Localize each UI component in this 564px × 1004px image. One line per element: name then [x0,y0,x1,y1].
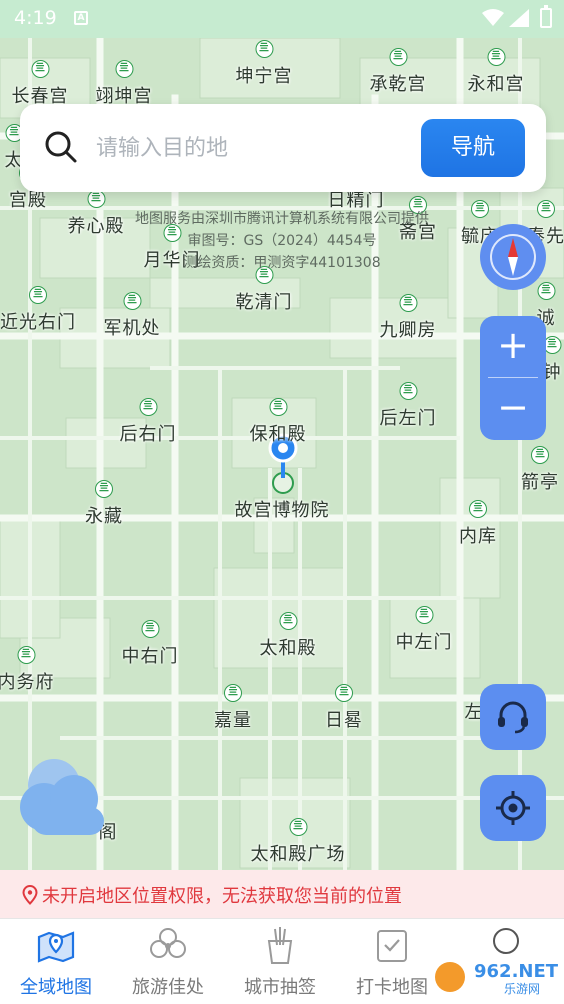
location-permission-warning[interactable]: 未开启地区位置权限，无法获取您当前的位置 [0,870,564,918]
poi-yonghegong[interactable]: 亖永和宫 [468,48,525,96]
scenic-spot-icon: 亖 [255,40,273,58]
scenic-spot-icon: 亖 [87,190,105,208]
scenic-spot-icon: 亖 [279,612,297,630]
flower-icon [150,928,186,958]
battery-icon [540,5,552,28]
poi-houzuomen[interactable]: 亖后左门 [380,382,437,430]
poi-zhongzuomen[interactable]: 亖中左门 [396,606,453,654]
poi-jiuqingfang[interactable]: 亖九卿房 [380,294,437,342]
checkin-icon [377,930,407,962]
site-watermark: 962.NET 乐游网 [430,957,559,997]
poi-kunninggong[interactable]: 亖坤宁宫 [236,40,293,88]
scenic-spot-icon: 亖 [389,48,407,66]
wifi-icon [482,9,504,26]
scenic-spot-icon: 亖 [139,398,157,416]
poi-zhongyoumen[interactable]: 亖中右门 [122,620,179,668]
poi-jianting[interactable]: 亖箭亭 [521,446,559,494]
poi-changchungong[interactable]: 亖长春宫 [12,60,69,108]
scenic-spot-icon: 亖 [123,292,141,310]
navigate-button[interactable]: 导航 [421,119,525,177]
scenic-spot-icon: 亖 [531,446,549,464]
poi-taihedianguangchang[interactable]: 亖太和殿广场 [251,818,346,866]
svg-text:乐游网: 乐游网 [504,982,540,996]
poi-yongzang[interactable]: 亖永藏 [85,480,123,528]
tab-travel-spots[interactable]: 旅游佳处 [112,919,224,1004]
poi-baohedian[interactable]: 亖保和殿 [250,398,307,446]
warning-text: 未开启地区位置权限，无法获取您当前的位置 [42,886,402,907]
locate-icon [496,791,530,825]
map-icon [37,931,75,963]
scenic-spot-icon: 亖 [399,294,417,312]
customer-support-button[interactable] [480,684,546,750]
tab-all-area-map[interactable]: 全域地图 [0,919,112,1004]
compass-button[interactable] [480,224,546,290]
svg-text:962.NET: 962.NET [474,961,559,982]
poi-yikungong[interactable]: 亖翊坤宫 [96,60,153,108]
poi-junjichu[interactable]: 亖军机处 [104,292,161,340]
zoom-in-button[interactable]: + [480,316,546,377]
scenic-spot-icon: 亖 [289,818,307,836]
scenic-spot-icon: 亖 [399,382,417,400]
scenic-spot-icon: 亖 [17,646,35,664]
locate-me-button[interactable] [480,775,546,841]
poi-jialiang[interactable]: 亖嘉量 [214,684,252,732]
poi-neiwufu[interactable]: 亖内务府 [0,646,55,694]
zoom-out-button[interactable]: − [480,378,546,439]
status-bar: 4:19 A [0,0,564,38]
scenic-spot-icon: 亖 [115,60,133,78]
search-bar: 导航 [20,104,546,192]
poi-gugongbowuyuan[interactable]: 故宫博物院 [235,496,330,522]
scenic-spot-icon: 亖 [469,500,487,518]
zoom-control: + − [480,316,546,440]
scenic-spot-icon: 亖 [31,60,49,78]
poi-neiku[interactable]: 亖内库 [459,500,497,548]
headset-icon [498,701,528,734]
tab-city-lottery[interactable]: 城市抽签 [224,919,336,1004]
notification-icon: A [74,11,88,25]
poi-houyoumen[interactable]: 亖后右门 [120,398,177,446]
cloud-icon[interactable] [18,755,110,837]
scenic-spot-icon: 亖 [224,684,242,702]
scenic-spot-icon: 亖 [95,480,113,498]
poi-jinguangyoumen[interactable]: 亖近光右门 [0,286,76,334]
scenic-spot-icon: 亖 [29,286,47,304]
search-icon [45,131,77,163]
poi-chengqiangong[interactable]: 亖承乾宫 [370,48,427,96]
scenic-spot-icon: 亖 [487,48,505,66]
signal-icon [509,9,529,27]
scenic-spot-icon: 亖 [269,398,287,416]
poi-taihedian[interactable]: 亖太和殿 [260,612,317,660]
status-time: 4:19 [14,7,57,29]
scenic-spot-icon: 亖 [141,620,159,638]
scenic-spot-icon: 亖 [415,606,433,624]
compass-icon [490,234,536,280]
location-pin-icon [22,885,38,905]
scenic-spot-icon: 亖 [335,684,353,702]
destination-search-input[interactable] [96,130,416,166]
poi-rigui[interactable]: 亖日晷 [325,684,363,732]
lottery-icon [267,927,293,964]
